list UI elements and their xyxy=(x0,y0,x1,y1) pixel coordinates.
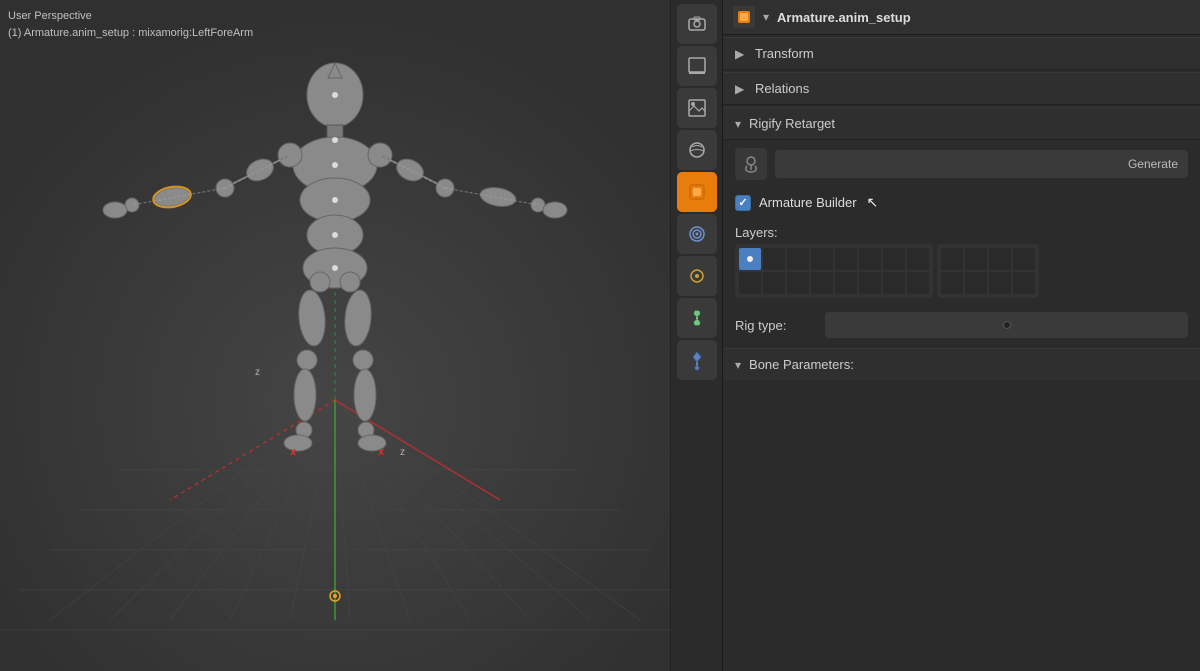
relations-arrow: ▶ xyxy=(735,82,747,96)
bone-parameters-section[interactable]: ▾ Bone Parameters: xyxy=(723,348,1200,380)
layer-side-cell-0-1[interactable] xyxy=(965,248,987,270)
properties-panel: ▾ Armature.anim_setup ▶ Transform ▶ Rela… xyxy=(722,0,1200,671)
rigify-retarget-section: ▾ Rigify Retarget Generate ✓ Armature Bu… xyxy=(723,107,1200,388)
rig-type-label: Rig type: xyxy=(735,318,815,333)
layers-main-group xyxy=(735,244,933,298)
armature-builder-label: Armature Builder xyxy=(759,195,857,210)
transform-label: Transform xyxy=(755,46,814,61)
checkbox-checkmark: ✓ xyxy=(738,196,747,209)
rig-type-row: Rig type: xyxy=(723,306,1200,344)
tool-camera[interactable] xyxy=(677,4,717,44)
layer-cell-1-1[interactable] xyxy=(763,272,785,294)
layer-side-cell-0-2[interactable] xyxy=(989,248,1011,270)
layer-cell-0-3[interactable] xyxy=(811,248,833,270)
layer-dot xyxy=(747,256,753,262)
layer-cell-1-7[interactable] xyxy=(907,272,929,294)
layer-side-cell-1-1[interactable] xyxy=(965,272,987,294)
layer-cell-0-0[interactable] xyxy=(739,248,761,270)
properties-header-title: Armature.anim_setup xyxy=(777,10,1190,25)
rig-dot xyxy=(1003,321,1011,329)
layer-cell-1-4[interactable] xyxy=(835,272,857,294)
transform-arrow: ▶ xyxy=(735,47,747,61)
layers-grid-container xyxy=(723,244,1200,306)
layer-cell-0-6[interactable] xyxy=(883,248,905,270)
layer-cell-1-5[interactable] xyxy=(859,272,881,294)
tool-material[interactable] xyxy=(677,130,717,170)
section-transform[interactable]: ▶ Transform xyxy=(723,37,1200,70)
tool-object-properties[interactable] xyxy=(677,172,717,212)
layer-cell-0-1[interactable] xyxy=(763,248,785,270)
tool-render[interactable] xyxy=(677,46,717,86)
layer-side-cell-0-3[interactable] xyxy=(1013,248,1035,270)
layer-side-cell-1-0[interactable] xyxy=(941,272,963,294)
toolbar-strip xyxy=(670,0,722,671)
properties-header-icon xyxy=(733,6,755,28)
layer-cell-0-5[interactable] xyxy=(859,248,881,270)
layers-label: Layers: xyxy=(723,217,1200,244)
layers-side-group xyxy=(937,244,1039,298)
rigify-retarget-header[interactable]: ▾ Rigify Retarget xyxy=(723,107,1200,140)
bone-params-arrow: ▾ xyxy=(735,358,741,372)
generate-icon-box xyxy=(735,148,767,180)
svg-text:z: z xyxy=(255,367,260,378)
properties-header: ▾ Armature.anim_setup xyxy=(723,0,1200,35)
rig-type-value[interactable] xyxy=(825,312,1188,338)
rigify-label: Rigify Retarget xyxy=(749,116,835,131)
layer-cell-1-0[interactable] xyxy=(739,272,761,294)
relations-label: Relations xyxy=(755,81,809,96)
generate-row: Generate xyxy=(723,140,1200,188)
layer-cell-1-3[interactable] xyxy=(811,272,833,294)
tool-armature[interactable] xyxy=(677,340,717,380)
cursor-indicator: ↖ xyxy=(867,194,879,211)
bone-params-label: Bone Parameters: xyxy=(749,357,854,372)
layer-cell-1-2[interactable] xyxy=(787,272,809,294)
generate-button[interactable]: Generate xyxy=(775,150,1188,178)
tool-modifier[interactable] xyxy=(677,214,717,254)
layer-cell-0-2[interactable] xyxy=(787,248,809,270)
layer-side-cell-1-3[interactable] xyxy=(1013,272,1035,294)
rigify-arrow: ▾ xyxy=(735,117,741,131)
layer-side-cell-1-2[interactable] xyxy=(989,272,1011,294)
svg-text:x: x xyxy=(290,446,297,458)
section-relations[interactable]: ▶ Relations xyxy=(723,72,1200,105)
viewport-3d[interactable]: x x z z User Perspective (1) Armature.an… xyxy=(0,0,670,671)
armature-builder-row: ✓ Armature Builder ↖ xyxy=(723,188,1200,217)
tool-image[interactable] xyxy=(677,88,717,128)
properties-header-dropdown[interactable]: ▾ xyxy=(763,10,769,24)
svg-text:z: z xyxy=(400,447,405,458)
layer-side-cell-0-0[interactable] xyxy=(941,248,963,270)
armature-builder-checkbox[interactable]: ✓ xyxy=(735,195,751,211)
layer-cell-0-4[interactable] xyxy=(835,248,857,270)
tool-constraint[interactable] xyxy=(677,256,717,296)
svg-text:x: x xyxy=(378,446,385,458)
tool-bone-data[interactable] xyxy=(677,298,717,338)
layer-cell-0-7[interactable] xyxy=(907,248,929,270)
layer-cell-1-6[interactable] xyxy=(883,272,905,294)
